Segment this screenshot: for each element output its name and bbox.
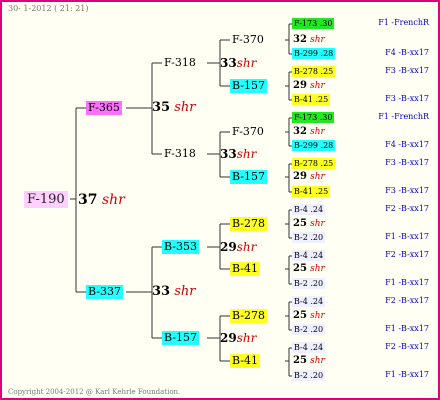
- gen3-coefficient: 29 shr: [293, 80, 325, 91]
- gen4-family: F1 -B-xx17: [385, 324, 429, 333]
- gen3-coefficient: 25 shr: [293, 263, 325, 274]
- gen3-coefficient-unit: shr: [310, 356, 325, 366]
- gen4-family: F1 -B-xx17: [385, 232, 429, 241]
- gen4-family: F3 -B-xx17: [385, 94, 429, 103]
- gen3-coefficient: 25 shr: [293, 218, 325, 229]
- sire-coefficient: 35 shr: [152, 100, 196, 115]
- gen2-coefficient-value: 33: [220, 56, 237, 70]
- gen4-animal[interactable]: B-2 .20: [292, 324, 326, 335]
- gen2-coefficient-unit: shr: [236, 147, 257, 161]
- gen3-coefficient-value: 25: [293, 218, 307, 229]
- gen3-coefficient-value: 25: [293, 263, 307, 274]
- gen2-coefficient: 29shr: [220, 331, 256, 345]
- gen4-family: F3 -B-xx17: [385, 186, 429, 195]
- gen3-coefficient-value: 25: [293, 310, 307, 321]
- gen4-animal[interactable]: B-41 .25: [292, 94, 331, 105]
- dam-coefficient-value: 33: [152, 284, 171, 299]
- gen4-family: F2 -B-xx17: [385, 250, 429, 259]
- gen2-coefficient-value: 33: [220, 147, 237, 161]
- gen2-coefficient-unit: shr: [236, 240, 257, 254]
- gen2-coefficient-value: 29: [220, 331, 237, 345]
- gen2-coefficient: 33shr: [220, 147, 256, 161]
- gen2-animal[interactable]: B-157: [162, 331, 199, 345]
- gen3-coefficient-unit: shr: [310, 127, 325, 137]
- gen4-animal[interactable]: B-299 .28: [292, 48, 336, 59]
- gen4-family: F1 -FrenchR: [378, 112, 429, 121]
- gen4-animal[interactable]: B-4 .24: [292, 296, 326, 307]
- gen2-animal[interactable]: F-318: [162, 56, 198, 70]
- gen4-family: F3 -B-xx17: [385, 66, 429, 75]
- gen3-coefficient: 32 shr: [293, 126, 325, 137]
- gen3-animal[interactable]: B-157: [230, 170, 267, 184]
- header-timestamp: 30- 1-2012 ( 21: 21): [8, 4, 89, 13]
- gen4-animal[interactable]: B-4 .24: [292, 342, 326, 353]
- gen2-coefficient-unit: shr: [236, 56, 257, 70]
- sire[interactable]: F-365: [86, 101, 122, 115]
- root-coefficient-unit: shr: [101, 192, 125, 208]
- gen4-family: F1 -FrenchR: [378, 18, 429, 27]
- gen3-coefficient: 32 shr: [293, 34, 325, 45]
- gen3-coefficient-value: 29: [293, 171, 307, 182]
- gen3-animal[interactable]: B-278: [230, 217, 267, 231]
- gen4-family: F1 -B-xx17: [385, 370, 429, 379]
- gen3-animal[interactable]: F-370: [230, 125, 266, 139]
- gen4-animal[interactable]: B-2 .20: [292, 278, 326, 289]
- gen2-animal[interactable]: F-318: [162, 147, 198, 161]
- gen3-coefficient-value: 32: [293, 126, 307, 137]
- gen3-coefficient-unit: shr: [310, 219, 325, 229]
- gen4-animal[interactable]: F-173 .30: [292, 112, 335, 123]
- gen3-animal[interactable]: B-41: [230, 262, 261, 276]
- gen2-animal[interactable]: B-353: [162, 240, 199, 254]
- gen3-animal[interactable]: F-370: [230, 33, 266, 47]
- gen4-animal[interactable]: B-2 .20: [292, 232, 326, 243]
- copyright-notice: Copyright 2004-2012 @ Karl Kehrle Founda…: [8, 388, 181, 396]
- sire-coefficient-unit: shr: [174, 100, 196, 115]
- gen2-coefficient-value: 29: [220, 240, 237, 254]
- root-coefficient: 37 shr: [78, 192, 125, 208]
- gen4-family: F4 -B-xx17: [385, 140, 429, 149]
- gen4-animal[interactable]: B-278 .25: [292, 66, 336, 77]
- gen4-animal[interactable]: B-41 .25: [292, 186, 331, 197]
- gen3-coefficient-unit: shr: [310, 311, 325, 321]
- gen3-coefficient-unit: shr: [310, 35, 325, 45]
- gen3-coefficient-value: 25: [293, 355, 307, 366]
- sire-coefficient-value: 35: [152, 100, 171, 115]
- root-coefficient-value: 37: [78, 192, 98, 208]
- gen4-family: F2 -B-xx17: [385, 204, 429, 213]
- gen4-family: F1 -B-xx17: [385, 278, 429, 287]
- gen3-coefficient: 29 shr: [293, 171, 325, 182]
- gen3-coefficient-unit: shr: [310, 81, 325, 91]
- gen3-animal[interactable]: B-157: [230, 79, 267, 93]
- gen4-family: F4 -B-xx17: [385, 48, 429, 57]
- gen2-coefficient: 29shr: [220, 240, 256, 254]
- gen4-animal[interactable]: B-4 .24: [292, 204, 326, 215]
- pedigree-frame: 30- 1-2012 ( 21: 21) F-190 37 shr F-365 …: [0, 0, 440, 400]
- dam[interactable]: B-337: [86, 285, 123, 299]
- gen4-family: F2 -B-xx17: [385, 296, 429, 305]
- gen4-animal[interactable]: F-173 .30: [292, 18, 335, 29]
- gen3-coefficient: 25 shr: [293, 310, 325, 321]
- gen2-coefficient: 33shr: [220, 56, 256, 70]
- gen2-coefficient-unit: shr: [236, 331, 257, 345]
- dam-coefficient-unit: shr: [174, 284, 196, 299]
- gen3-coefficient-unit: shr: [310, 172, 325, 182]
- gen3-coefficient-value: 29: [293, 80, 307, 91]
- gen4-animal[interactable]: B-278 .25: [292, 158, 336, 169]
- gen4-animal[interactable]: B-299 .28: [292, 140, 336, 151]
- gen4-family: F2 -B-xx17: [385, 342, 429, 351]
- gen4-family: F3 -B-xx17: [385, 158, 429, 167]
- gen3-animal[interactable]: B-41: [230, 354, 261, 368]
- root-animal[interactable]: F-190: [24, 191, 68, 208]
- dam-coefficient: 33 shr: [152, 284, 196, 299]
- gen3-animal[interactable]: B-278: [230, 309, 267, 323]
- gen4-animal[interactable]: B-2 .20: [292, 370, 326, 381]
- gen3-coefficient-value: 32: [293, 34, 307, 45]
- gen3-coefficient: 25 shr: [293, 355, 325, 366]
- gen4-animal[interactable]: B-4 .24: [292, 250, 326, 261]
- gen3-coefficient-unit: shr: [310, 264, 325, 274]
